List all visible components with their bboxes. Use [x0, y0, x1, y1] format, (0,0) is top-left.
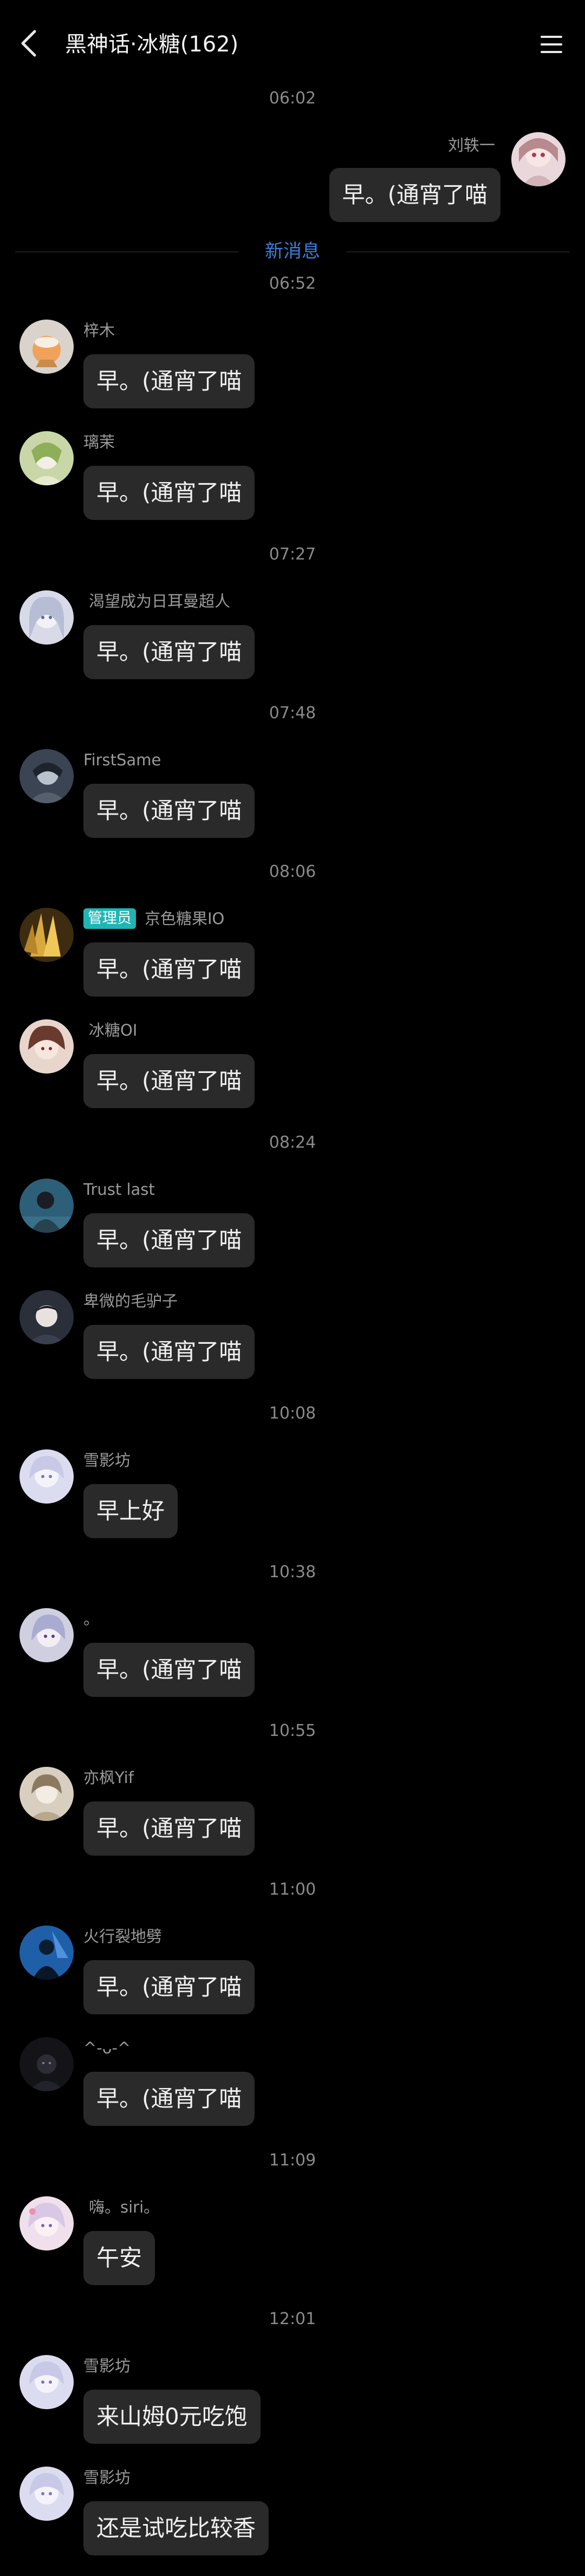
- message-bubble[interactable]: 早。(通宵了喵: [83, 784, 255, 838]
- avatar[interactable]: [20, 1179, 74, 1233]
- timestamp: 06:52: [269, 274, 316, 293]
- message-bubble[interactable]: 早。(通宵了喵: [83, 1325, 255, 1379]
- avatar[interactable]: [20, 2467, 74, 2521]
- chevron-left-icon: [21, 30, 36, 57]
- sender-name: 梓木: [83, 321, 115, 340]
- avatar[interactable]: [20, 908, 74, 962]
- chat-title: 黑神话·冰糖(162): [65, 32, 239, 57]
- back-button[interactable]: [13, 24, 46, 62]
- message-bubble[interactable]: 来山姆0元吃饱: [83, 2390, 261, 2444]
- message-bubble[interactable]: 午安: [83, 2231, 155, 2285]
- admin-badge: 管理员: [83, 908, 136, 929]
- message-bubble[interactable]: 早。(通宵了喵: [83, 1801, 255, 1856]
- sender-name: ^-ᴗ-^: [83, 2039, 131, 2057]
- timestamp: 06:02: [269, 89, 316, 108]
- chat-header: 黑神话·冰糖(162): [0, 0, 585, 92]
- avatar[interactable]: [20, 590, 74, 645]
- message-bubble[interactable]: 早。(通宵了喵: [83, 1643, 255, 1697]
- sender-name: 雪影坊: [83, 2357, 131, 2375]
- message-bubble[interactable]: 还是试吃比较香: [83, 2501, 269, 2555]
- avatar[interactable]: [511, 132, 566, 186]
- sender-name: 管理员 京色糖果IO: [83, 908, 224, 929]
- sender-name: 雪影坊: [83, 2468, 131, 2487]
- sender-name: 璃茉: [83, 433, 115, 451]
- avatar[interactable]: [20, 2355, 74, 2409]
- sender-name: 亦枫Yif: [83, 1768, 134, 1787]
- timestamp: 07:48: [269, 704, 316, 723]
- timestamp: 10:08: [269, 1404, 316, 1423]
- avatar[interactable]: [20, 1926, 74, 1980]
- timestamp: 07:27: [269, 545, 316, 564]
- avatar[interactable]: [20, 1608, 74, 1662]
- message-bubble[interactable]: 早。(通宵了喵: [83, 1054, 255, 1108]
- sender-name-text: 京色糖果IO: [145, 909, 225, 928]
- sender-name: 嗨。siri。: [89, 2198, 160, 2216]
- sender-name: 。: [83, 1610, 100, 1628]
- menu-button[interactable]: [534, 27, 569, 62]
- avatar[interactable]: [20, 1767, 74, 1821]
- sender-name: 卑微的毛驴子: [83, 1292, 178, 1310]
- message-bubble[interactable]: 早。(通宵了喵: [83, 1213, 255, 1267]
- timestamp: 11:09: [269, 2151, 316, 2170]
- message-bubble[interactable]: 早。(通宵了喵: [83, 942, 255, 997]
- avatar[interactable]: [20, 1290, 74, 1344]
- sender-name: Trust last: [83, 1180, 155, 1199]
- hamburger-menu-icon: [541, 36, 562, 53]
- timestamp: 10:38: [269, 1563, 316, 1582]
- message-bubble[interactable]: 早。(通宵了喵: [83, 466, 255, 520]
- message-bubble[interactable]: 早。(通宵了喵: [83, 2072, 255, 2126]
- avatar[interactable]: [20, 1449, 74, 1504]
- message-bubble[interactable]: 早。(通宵了喵: [83, 625, 255, 679]
- new-messages-label: 新消息: [238, 238, 347, 264]
- avatar[interactable]: [20, 749, 74, 803]
- avatar[interactable]: [20, 1019, 74, 1074]
- timestamp: 12:01: [269, 2310, 316, 2328]
- sender-name: 冰糖OI: [89, 1021, 138, 1039]
- sender-name: 刘轶一: [447, 136, 495, 154]
- avatar[interactable]: [20, 2037, 74, 2091]
- message-bubble[interactable]: 早。(通宵了喵: [83, 1960, 255, 2014]
- avatar[interactable]: [20, 320, 74, 374]
- sender-name: 雪影坊: [83, 1451, 131, 1469]
- avatar[interactable]: [20, 2196, 74, 2250]
- message-bubble[interactable]: 早上好: [83, 1484, 178, 1538]
- sender-name: 渴望成为日耳曼超人: [89, 592, 231, 610]
- timestamp: 08:24: [269, 1133, 316, 1152]
- timestamp: 08:06: [269, 862, 316, 881]
- message-bubble[interactable]: 早。(通宵了喵: [329, 168, 500, 222]
- timestamp: 10:55: [269, 1721, 316, 1740]
- sender-name: 火行裂地劈: [83, 1927, 162, 1946]
- timestamp: 11:00: [269, 1880, 316, 1899]
- sender-name: FirstSame: [83, 751, 161, 769]
- avatar[interactable]: [20, 431, 74, 485]
- message-bubble[interactable]: 早。(通宵了喵: [83, 354, 255, 408]
